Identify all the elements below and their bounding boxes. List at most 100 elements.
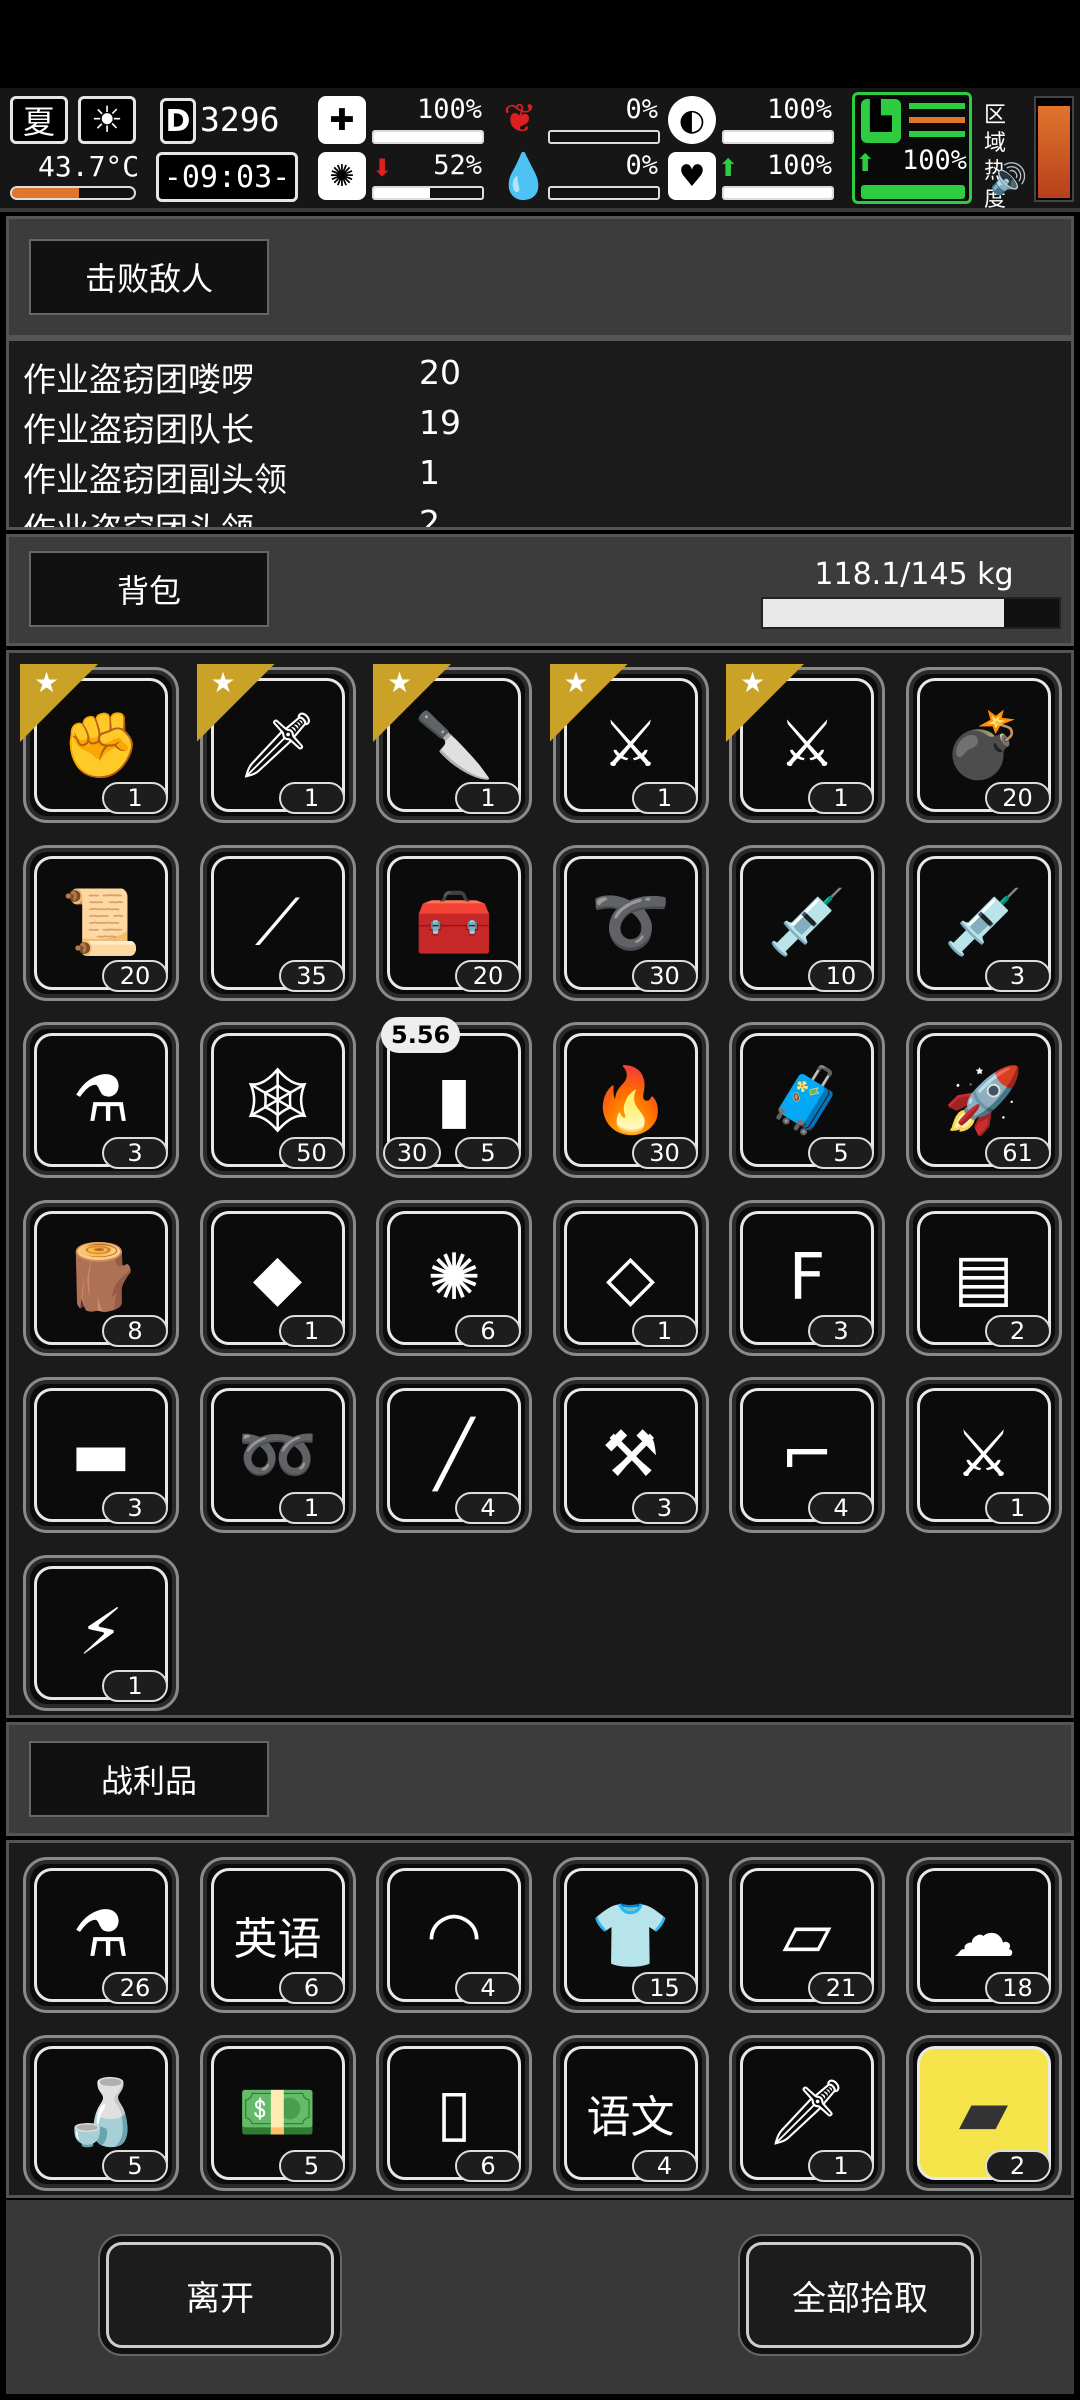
item-count: 3 (808, 1314, 874, 1347)
item-count: 3 (631, 1492, 698, 1524)
enemies-header[interactable]: 击败敌人 (29, 239, 269, 315)
item-slot[interactable]: ▤ 2 (905, 1199, 1062, 1356)
item-slot[interactable]: 🚀 61 (905, 1022, 1062, 1178)
item-slot[interactable]: ➰ 30 (552, 844, 709, 1001)
item-slot[interactable]: 🔥 30 (552, 1022, 709, 1178)
item-slot[interactable]: 🧰 20 (376, 844, 532, 1001)
item-count: 10 (808, 959, 874, 992)
item-count: 1 (102, 1669, 168, 1702)
item-slot[interactable]: 🪵 8 (23, 1199, 179, 1356)
item-slot[interactable]: 💉 3 (905, 844, 1062, 1001)
item-count: 1 (455, 782, 521, 814)
item-count: 35 (278, 959, 345, 992)
item-slot[interactable]: 🔪1 (373, 664, 532, 823)
item-count: 3 (102, 1492, 168, 1524)
backpack-header-panel: 背包 118.1/145 kg (6, 534, 1074, 646)
backpack-header[interactable]: 背包 (29, 551, 269, 627)
item-slot[interactable]: ⚒ 3 (552, 1377, 709, 1533)
item-count: 4 (455, 1492, 521, 1524)
action-bar: 离开 全部拾取 (6, 2200, 1074, 2394)
item-count: 8 (102, 1314, 168, 1347)
clock: -09:03- (156, 152, 298, 202)
item-slot[interactable]: 🗡1 (729, 2034, 885, 2191)
item-slot[interactable]: ⟋ 35 (199, 844, 356, 1001)
item-slot[interactable]: ⚔1 (905, 1377, 1062, 1533)
item-count: 2 (984, 1314, 1051, 1347)
item-slot[interactable]: ➿ 1 (199, 1377, 356, 1533)
item-slot[interactable]: ✊1 (20, 664, 179, 823)
item-slot[interactable]: 💣 20 (905, 667, 1062, 823)
item-slot[interactable]: ⚔1 (549, 664, 709, 823)
item-slot[interactable]: 📜 20 (23, 844, 179, 1001)
item-slot[interactable]: ⚔1 (726, 664, 885, 823)
item-slot[interactable]: 🧳 5 (729, 1022, 885, 1178)
item-slot[interactable]: ⚡ 1 (23, 1554, 179, 1711)
item-slot[interactable]: ◆ 1 (199, 1199, 356, 1356)
medkit-icon: ✚ (318, 96, 366, 144)
item-slot[interactable]: 🍶 5 (23, 2034, 179, 2191)
zone-heat-label: 区域热度 (984, 103, 1007, 212)
item-count: 50 (278, 1137, 345, 1169)
item-count: 6 (455, 1314, 521, 1347)
blood-drop-icon: 💧 (496, 151, 551, 202)
item-slot[interactable]: 英语 6 (199, 1857, 356, 2013)
heart-bar (722, 186, 834, 200)
item-slot[interactable]: F3 (729, 1199, 885, 1356)
item-slot[interactable]: ▯ 6 (376, 2034, 532, 2191)
item-slot[interactable]: ☁ 18 (905, 1857, 1062, 2013)
leave-button[interactable]: 离开 (106, 2242, 334, 2348)
item-slot[interactable]: 🕸 50 (199, 1022, 356, 1178)
item-slot[interactable]: 💉 10 (729, 844, 885, 1001)
hunger-value: 0% (625, 94, 658, 125)
item-count: 5 (278, 2149, 345, 2182)
enemy-row: 作业盗窃团副头领 1 (23, 453, 440, 499)
item-slot[interactable]: ◇ 1 (552, 1199, 709, 1356)
item-count: 21 (808, 1972, 874, 2004)
item-count: 20 (984, 782, 1051, 814)
stamina-bar (861, 185, 965, 199)
day-icon: D (160, 98, 196, 144)
item-slot[interactable]: ⌐ 4 (729, 1377, 885, 1533)
item-slot[interactable]: ⚗ 3 (23, 1022, 179, 1178)
item-count: 1 (808, 2149, 874, 2182)
enemies-list[interactable]: 作业盗窃团喽啰 20 作业盗窃团队长 19 作业盗窃团副头领 1 作业盗窃团头领 2 (6, 338, 1074, 530)
item-count: 18 (984, 1972, 1051, 2004)
boot-icon: ▙ (861, 99, 901, 143)
speaker-icon[interactable]: 🔊 (990, 162, 1027, 197)
item-slot[interactable]: ╱ 4 (376, 1377, 532, 1533)
temperature: 43.7°C (38, 150, 140, 183)
ammo-count: 30 (383, 1137, 441, 1169)
item-slot[interactable]: ◠ 4 (376, 1857, 532, 2013)
item-count: 61 (984, 1137, 1051, 1169)
item-count: 5 (102, 2149, 168, 2182)
item-slot[interactable]: ✺ 6 (376, 1199, 532, 1356)
enemy-row: 作业盗窃团喽啰 20 (23, 353, 461, 399)
item-slot[interactable]: 🗡1 (196, 664, 356, 823)
heart-value: 100% (766, 150, 832, 181)
item-slot[interactable]: ⚗ 26 (23, 1857, 179, 2013)
item-count: 4 (808, 1492, 874, 1524)
item-slot[interactable]: ▱ 21 (729, 1857, 885, 2013)
stamina-panel: ▙ ⬆ 100% (852, 92, 972, 204)
item-slot[interactable]: ▬ 3 (23, 1377, 179, 1533)
take-all-button[interactable]: 全部拾取 (746, 2242, 974, 2348)
item-count: 3 (984, 959, 1051, 992)
health-bar (372, 130, 484, 144)
stomach-icon: ❦ (503, 96, 537, 142)
item-slot[interactable]: 💵 5 (199, 2034, 356, 2191)
item-count: 1 (278, 1314, 345, 1347)
sanity-bar (372, 186, 484, 200)
item-slot[interactable]: ▰ 2 (905, 2034, 1062, 2191)
hunger-bar (548, 130, 660, 144)
capsule-icon: ◐ (668, 96, 716, 144)
item-slot[interactable]: ▮ 5.56 30 5 (376, 1017, 532, 1178)
enemy-row: 作业盗窃团队长 19 (23, 403, 461, 449)
sanity-value: 52% (433, 150, 482, 181)
item-count: 3 (102, 1137, 168, 1169)
item-slot[interactable]: 👕 15 (552, 1857, 709, 2013)
item-count: 1 (102, 782, 168, 814)
loot-header[interactable]: 战利品 (29, 1741, 269, 1817)
item-slot[interactable]: 语文 4 (552, 2034, 709, 2191)
bleeding-bar (548, 186, 660, 200)
item-count: 1 (631, 1314, 698, 1347)
